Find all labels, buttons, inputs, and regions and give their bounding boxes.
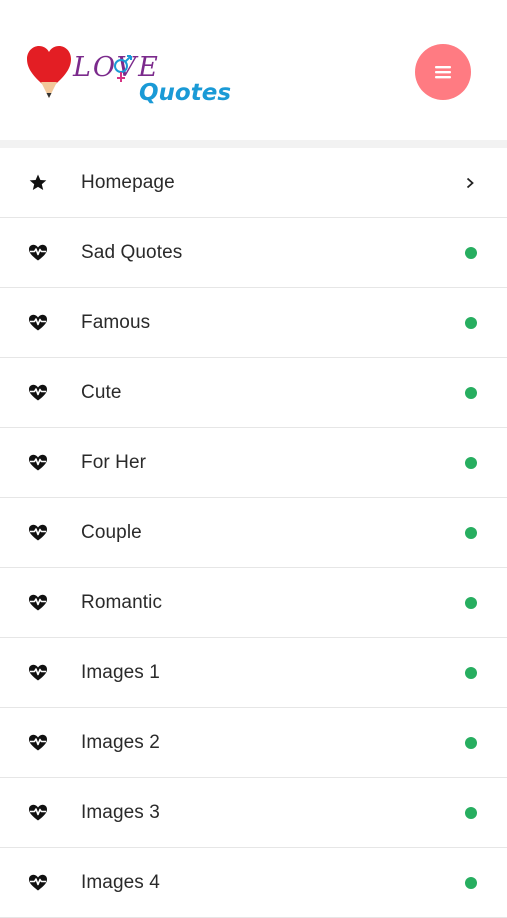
menu-item-images-1[interactable]: Images 1	[0, 638, 507, 708]
heartbeat-icon	[28, 803, 48, 823]
status-dot	[465, 596, 477, 609]
menu-item-famous[interactable]: Famous	[0, 288, 507, 358]
heartbeat-icon	[28, 313, 48, 333]
menu-item-label: Images 3	[81, 801, 160, 823]
menu-item-romantic[interactable]: Romantic	[0, 568, 507, 638]
menu-item-images-2[interactable]: Images 2	[0, 708, 507, 778]
menu-item-images-4[interactable]: Images 4	[0, 848, 507, 918]
logo-graphic: LOVE Quotes	[27, 46, 231, 106]
site-header: LOVE Quotes	[0, 0, 507, 140]
heartbeat-icon	[28, 733, 48, 753]
status-dot	[465, 666, 477, 679]
status-dot	[465, 526, 477, 539]
status-dot	[465, 386, 477, 399]
status-dot	[465, 246, 477, 259]
status-dot	[465, 806, 477, 819]
menu-item-label: Images 2	[81, 731, 160, 753]
menu-item-label: Images 1	[81, 661, 160, 683]
header-divider	[0, 140, 507, 148]
menu-item-label: Couple	[81, 521, 142, 543]
status-dot	[465, 876, 477, 889]
menu-item-label: Sad Quotes	[81, 241, 183, 263]
heartbeat-icon	[28, 453, 48, 473]
menu-item-label: Images 4	[81, 871, 160, 893]
heartbeat-icon	[28, 523, 48, 543]
menu-item-cute[interactable]: Cute	[0, 358, 507, 428]
heartbeat-icon	[28, 663, 48, 683]
menu-item-label: Cute	[81, 381, 122, 403]
status-dot	[465, 736, 477, 749]
heartbeat-icon	[28, 593, 48, 613]
menu-item-homepage[interactable]: Homepage	[0, 148, 507, 218]
menu-item-label: Famous	[81, 311, 151, 333]
star-icon	[28, 173, 48, 193]
menu-item-images-3[interactable]: Images 3	[0, 778, 507, 848]
status-dot	[465, 456, 477, 469]
menu-item-label: Romantic	[81, 591, 163, 613]
menu-item-for-her[interactable]: For Her	[0, 428, 507, 498]
status-dot	[465, 316, 477, 329]
heartbeat-icon	[28, 243, 48, 263]
menu-item-sad-quotes[interactable]: Sad Quotes	[0, 218, 507, 288]
chevron-right-icon	[466, 177, 474, 188]
logo-quotes-text: Quotes	[139, 80, 231, 106]
menu-toggle-button[interactable]	[415, 44, 471, 100]
site-logo[interactable]: LOVE Quotes	[27, 44, 237, 106]
menu-item-label: For Her	[81, 451, 147, 473]
hamburger-icon	[435, 66, 451, 79]
menu-item-label: Homepage	[81, 171, 175, 193]
nav-menu: Homepage Sad Quotes Famous Cute For Her Coupl…	[0, 148, 507, 918]
heartbeat-icon	[28, 873, 48, 893]
heartbeat-icon	[28, 383, 48, 403]
menu-item-couple[interactable]: Couple	[0, 498, 507, 568]
